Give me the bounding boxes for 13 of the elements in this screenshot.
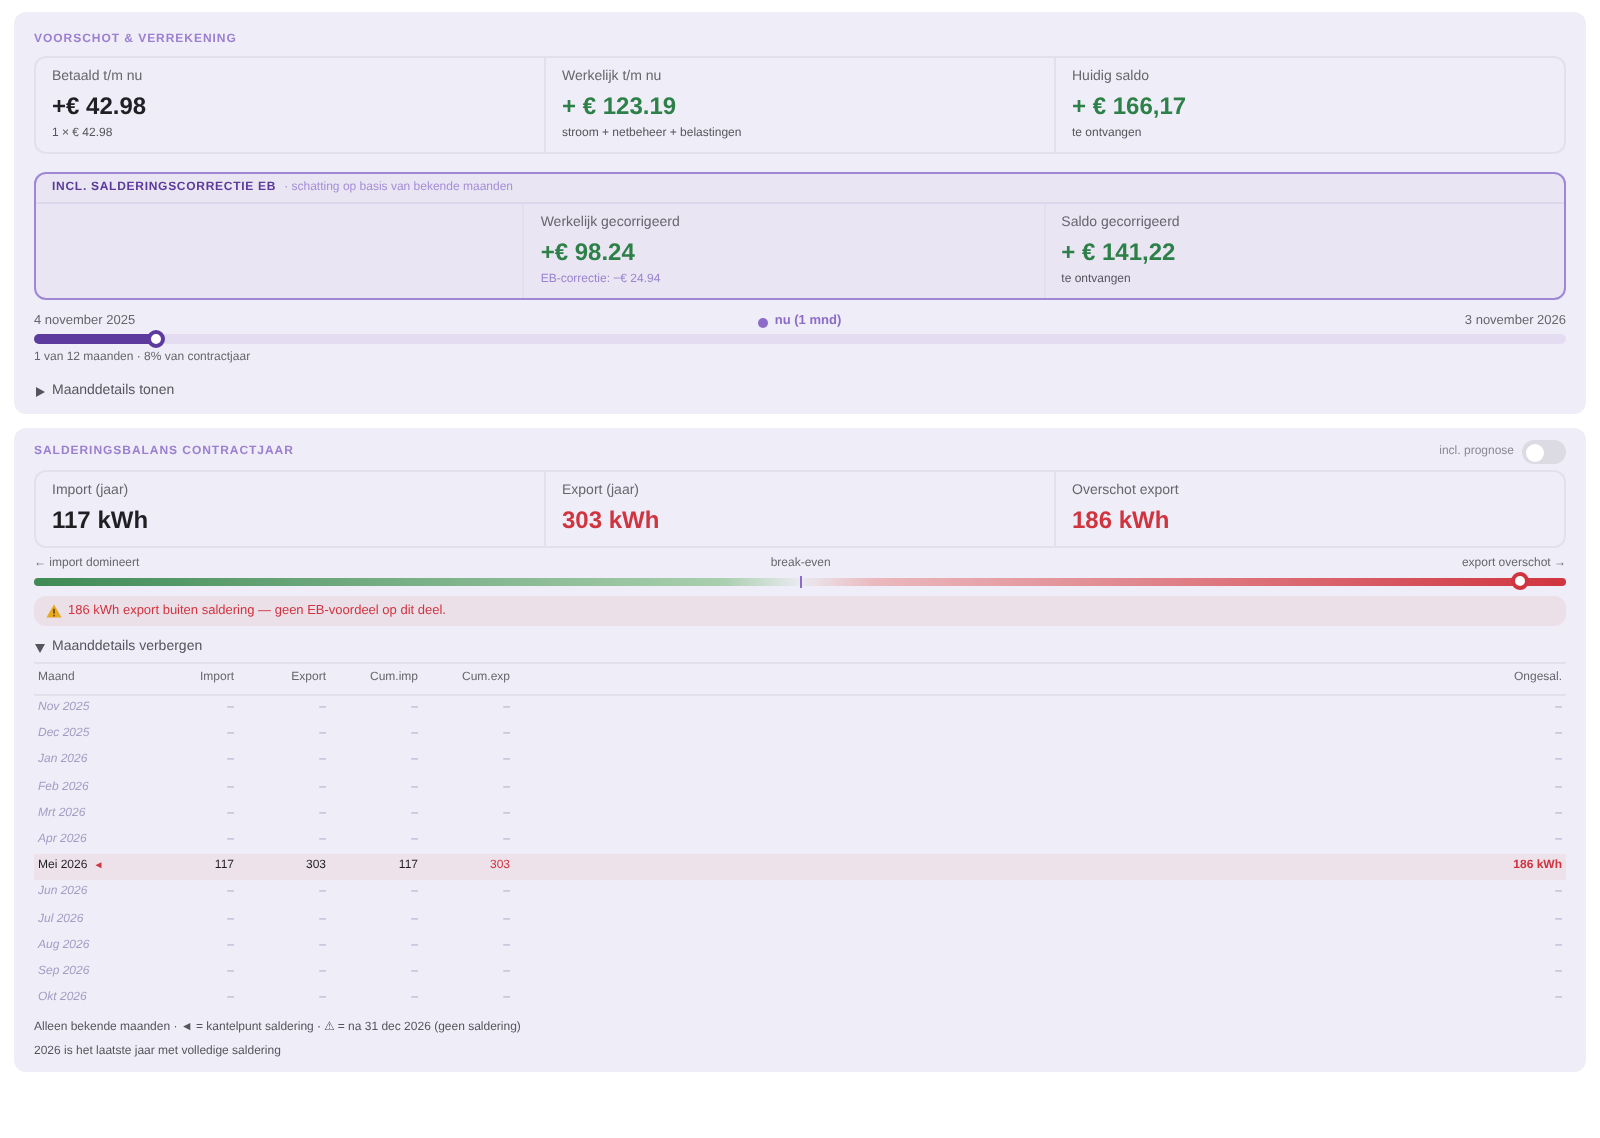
stat-value: + € 123.19 xyxy=(562,92,679,122)
stat-value: 303 kWh xyxy=(562,506,662,536)
caret-icon xyxy=(34,641,46,653)
stat-value: + € 141,22 xyxy=(1061,238,1178,268)
progress-thumb[interactable] xyxy=(147,330,166,348)
stat-value: + € 166,17 xyxy=(1072,92,1189,122)
stat-value: 186 kWh xyxy=(1072,506,1172,536)
caret-icon xyxy=(34,385,46,397)
stat-value: +€ 98.24 xyxy=(540,238,637,268)
stat-value: +€ 42.98 xyxy=(52,92,149,122)
forecast-switch[interactable] xyxy=(1522,440,1566,464)
warning-icon xyxy=(46,604,62,618)
stat-value: 117 kWh xyxy=(52,506,151,536)
